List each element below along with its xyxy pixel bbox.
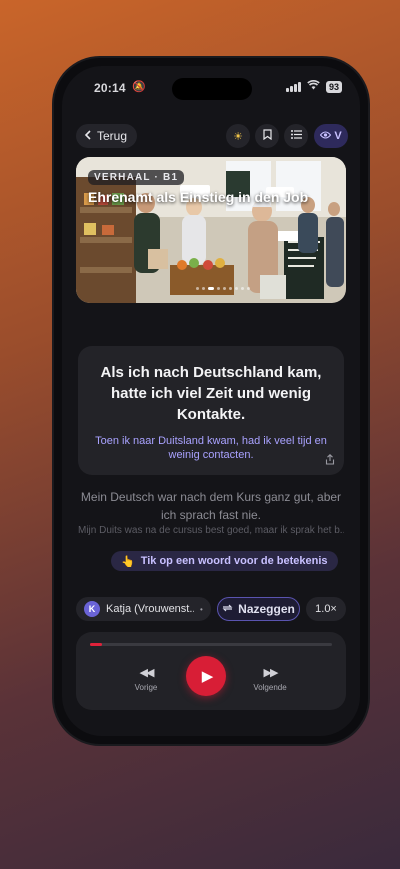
mute-bell-icon: 🔕 <box>132 81 146 93</box>
next-sentence-text[interactable]: Mein Deutsch war nach dem Kurs ganz gut,… <box>78 488 344 524</box>
play-button[interactable]: ▶ <box>186 656 226 696</box>
back-button[interactable]: Terug <box>76 124 138 148</box>
battery-indicator: 93 <box>325 80 342 93</box>
progress-bar[interactable] <box>90 643 332 646</box>
chevron-down-icon: • <box>200 604 203 614</box>
status-bar: 20:14 🔕 93 <box>62 66 360 110</box>
current-sentence-card[interactable]: Als ich nach Deutschland kam, hatte ich … <box>78 346 344 475</box>
status-time: 20:14 <box>94 81 126 95</box>
bookmark-icon <box>262 129 272 143</box>
app-screen: 20:14 🔕 93 Terug ☀ V VERHAAL · B1 Ehrena… <box>62 66 360 736</box>
chevron-left-icon <box>84 129 91 143</box>
share-icon[interactable] <box>325 454 335 468</box>
voice-selector[interactable]: K Katja (Vrouwenst... • <box>76 597 211 621</box>
repeat-label: Nazeggen <box>238 602 295 616</box>
previous-button[interactable]: ◀◀ Vorige <box>116 666 176 692</box>
sun-icon: ☀ <box>233 130 243 143</box>
eye-icon <box>320 130 332 142</box>
theme-toggle-button[interactable]: ☀ <box>226 124 250 148</box>
play-icon: ▶ <box>201 668 214 685</box>
list-button[interactable] <box>284 124 308 148</box>
progress-fill <box>90 643 103 646</box>
next-label: Volgende <box>253 683 287 692</box>
visibility-toggle-button[interactable]: V <box>314 124 348 148</box>
fast-forward-icon: ▶▶ <box>263 667 279 679</box>
voice-name: Katja (Vrouwenst... <box>106 603 194 615</box>
signal-icon <box>285 81 301 92</box>
repeat-after-button[interactable]: Nazeggen <box>217 597 300 621</box>
story-hero-image[interactable]: VERHAAL · B1 Ehrenamt als Einstieg in de… <box>76 157 346 303</box>
story-title: Ehrenamt als Einstieg in den Job <box>88 189 309 205</box>
phone-frame: 20:14 🔕 93 Terug ☀ V VERHAAL · B1 Ehrena… <box>54 58 368 744</box>
next-button[interactable]: ▶▶ Volgende <box>240 666 300 692</box>
audio-player: ◀◀ Vorige ▶ ▶▶ Volgende <box>76 632 346 710</box>
next-sentence-translation: Mijn Duits was na de cursus best goed, m… <box>78 525 344 536</box>
repeat-icon <box>222 602 233 616</box>
tap-word-hint: 👆 Tik op een woord voor de betekenis <box>111 551 338 571</box>
voice-avatar: K <box>84 601 100 617</box>
wifi-icon <box>307 80 320 93</box>
previous-label: Vorige <box>134 683 158 692</box>
visibility-label: V <box>334 130 342 142</box>
carousel-dots[interactable] <box>196 287 250 290</box>
sentence-text[interactable]: Als ich nach Deutschland kam, hatte ich … <box>92 362 330 425</box>
top-bar: Terug ☀ V <box>62 124 360 150</box>
hint-label: Tik op een woord voor de betekenis <box>140 555 328 567</box>
dynamic-island <box>172 78 252 100</box>
playback-speed-button[interactable]: 1.0× <box>306 597 346 621</box>
bookmark-button[interactable] <box>255 124 279 148</box>
list-icon <box>290 130 302 142</box>
pointing-hand-icon: 👆 <box>121 555 135 568</box>
sentence-translation: Toen ik naar Duitsland kwam, had ik veel… <box>95 435 327 461</box>
level-badge: VERHAAL · B1 <box>88 170 185 185</box>
back-label: Terug <box>97 129 128 143</box>
rewind-icon: ◀◀ <box>139 667 155 679</box>
